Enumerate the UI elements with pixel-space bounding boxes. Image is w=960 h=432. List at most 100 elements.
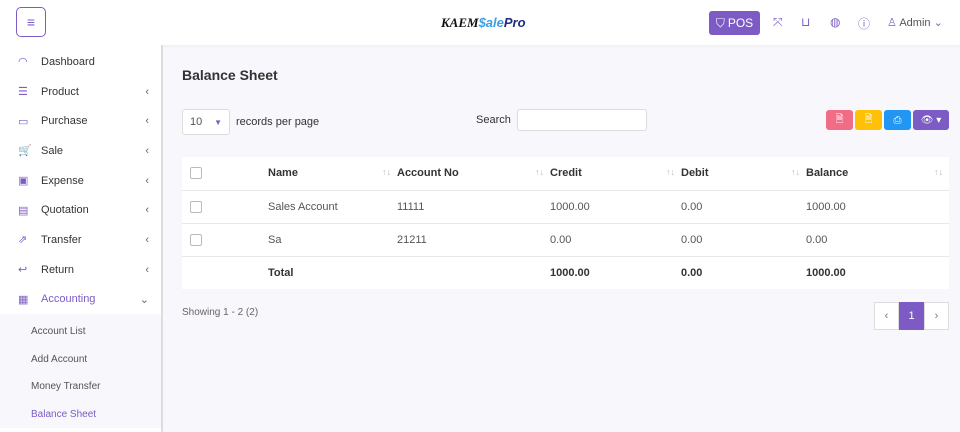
header-label: Credit [550, 167, 582, 180]
header-label: Debit [681, 167, 709, 180]
dashboard-icon: ◠ [18, 56, 28, 69]
records-label: records per page [236, 116, 320, 128]
column-header[interactable]: Credit ↑↓ [550, 157, 681, 191]
table-cell: Sales Account [268, 190, 397, 224]
prev-page-button[interactable]: ‹ [874, 302, 899, 330]
sidebar-item-label: Dashboard [41, 55, 95, 68]
logo-part: Pro [503, 15, 526, 30]
accounting-icon: ▦ [18, 293, 29, 306]
sort-icon: ↑↓ [382, 167, 391, 178]
purchase-icon: ▭ [18, 115, 29, 128]
expense-icon: ▣ [18, 175, 29, 188]
page-button[interactable]: 1 [899, 302, 924, 330]
submenu-item[interactable]: Add Account [0, 346, 161, 374]
sort-icon: ↑↓ [791, 167, 800, 178]
row-checkbox[interactable] [190, 200, 202, 213]
column-header[interactable]: Debit ↑↓ [681, 157, 806, 191]
sidebar-item-label: Product [41, 85, 79, 98]
header-label: Balance [806, 167, 849, 180]
chevron-icon: ‹ [145, 233, 149, 246]
search-input[interactable] [516, 109, 647, 131]
sidebar-item-purchase[interactable]: ▭ Purchase ‹ [0, 106, 161, 136]
table-cell: 11111 [397, 190, 550, 224]
table-cell: Sa [268, 223, 397, 257]
column-header[interactable]: Balance ↑↓ [806, 157, 949, 191]
basket-icon[interactable]: ⊔ [801, 15, 810, 29]
total-row: Total 1000.00 0.00 1000.00 [182, 255, 949, 289]
page-length-select[interactable]: 10 ▼ [182, 109, 230, 135]
table-cell: 21211 [397, 223, 550, 257]
chevron-icon: ‹ [145, 174, 149, 187]
sidebar-item-quotation[interactable]: ▤ Quotation ‹ [0, 195, 161, 225]
csv-icon: 🗎 [864, 113, 873, 125]
info-icon[interactable]: ⓘ [858, 15, 870, 32]
next-page-button[interactable]: › [924, 302, 949, 330]
fullscreen-icon[interactable]: ⤧ [773, 15, 783, 30]
sidebar: ◠ Dashboard ☰ Product ‹ ▭ Purchase ‹ 🛒 Sale ‹ ▣ Expe… [0, 45, 163, 432]
logo-part: $ale [478, 15, 504, 30]
sidebar-item-label: Transfer [41, 233, 82, 246]
column-visibility-button[interactable]: 👁 ▾ [913, 110, 949, 130]
total-label: Total [268, 255, 397, 289]
header-label: Account No [397, 167, 459, 180]
row-select [182, 223, 268, 257]
search-label: Search [476, 114, 511, 126]
return-icon: ↩ [18, 264, 28, 277]
sidebar-item-label: Return [41, 263, 75, 276]
submenu-item[interactable]: Balance Sheet [0, 401, 161, 429]
logo-part: KAEM [441, 15, 479, 30]
table-cell: 1000.00 [806, 190, 949, 224]
total-credit: 1000.00 [550, 255, 681, 289]
pagination: ‹ 1 › [874, 302, 949, 330]
csv-button[interactable]: 🗎 [855, 110, 882, 130]
sidebar-item-product[interactable]: ☰ Product ‹ [0, 77, 161, 107]
table-info: Showing 1 - 2 (2) [182, 307, 259, 318]
sidebar-item-sale[interactable]: 🛒 Sale ‹ [0, 136, 161, 166]
globe-icon[interactable]: ◍ [830, 15, 840, 29]
sort-icon: ↑↓ [535, 167, 544, 178]
sidebar-item-accounting[interactable]: ▦ Accounting ⌄ [0, 285, 161, 315]
sidebar-item-return[interactable]: ↩ Return ‹ [0, 255, 161, 285]
chevron-icon: ‹ [145, 144, 149, 157]
top-bar: ≡ KAEM$alePro ⛉ POS ⤧ ⊔ ◍ ⓘ ♙ Admin ⌄ [0, 0, 960, 45]
submenu-item[interactable]: Money Transfer [0, 373, 161, 401]
table-row: Sa 21211 0.00 0.00 0.00 [182, 223, 949, 257]
select-all-checkbox[interactable] [190, 167, 202, 180]
eye-icon: 👁 ▾ [920, 114, 942, 126]
total-debit: 0.00 [681, 255, 806, 289]
table-row: Sales Account 11111 1000.00 0.00 1000.00 [182, 190, 949, 224]
pos-label: POS [727, 16, 754, 30]
sidebar-item-label: Sale [41, 144, 64, 157]
table-cell: 1000.00 [550, 190, 681, 224]
pdf-icon: 🗎 [835, 113, 844, 125]
user-menu[interactable]: ♙ Admin ⌄ [887, 16, 943, 29]
pos-button[interactable]: ⛉ POS [709, 11, 760, 35]
column-header[interactable]: Account No ↑↓ [397, 157, 550, 191]
select-all-header [182, 157, 268, 191]
sidebar-item-expense[interactable]: ▣ Expense ‹ [0, 166, 161, 196]
table-cell: 0.00 [550, 223, 681, 257]
chevron-icon: ‹ [145, 263, 149, 276]
pdf-button[interactable]: 🗎 [826, 110, 853, 130]
quotation-icon: ▤ [18, 204, 29, 217]
bag-icon: ⛉ [715, 15, 725, 30]
row-select [182, 190, 268, 224]
sidebar-item-label: Purchase [41, 115, 88, 128]
column-header[interactable]: Name ↑↓ [268, 157, 397, 191]
print-button[interactable]: ⎙ [884, 110, 911, 130]
accounting-submenu: Account List Add Account Money Transfer Bal… [0, 314, 161, 429]
table-cell [397, 255, 550, 289]
product-icon: ☰ [18, 86, 28, 99]
chevron-icon: ‹ [145, 204, 149, 217]
transfer-icon: ⇗ [18, 234, 28, 247]
chevron-icon: ⌄ [139, 293, 149, 306]
row-checkbox[interactable] [190, 233, 202, 246]
menu-toggle-button[interactable]: ≡ [16, 7, 46, 37]
logo[interactable]: KAEM$alePro [441, 15, 526, 31]
page-length: 10 ▼ records per page [182, 109, 319, 135]
submenu-item[interactable]: Account List [0, 318, 161, 346]
table-cell: 0.00 [681, 190, 806, 224]
sidebar-item-dashboard[interactable]: ◠ Dashboard [0, 47, 161, 77]
sidebar-item-transfer[interactable]: ⇗ Transfer ‹ [0, 225, 161, 255]
table-cell [182, 255, 268, 289]
